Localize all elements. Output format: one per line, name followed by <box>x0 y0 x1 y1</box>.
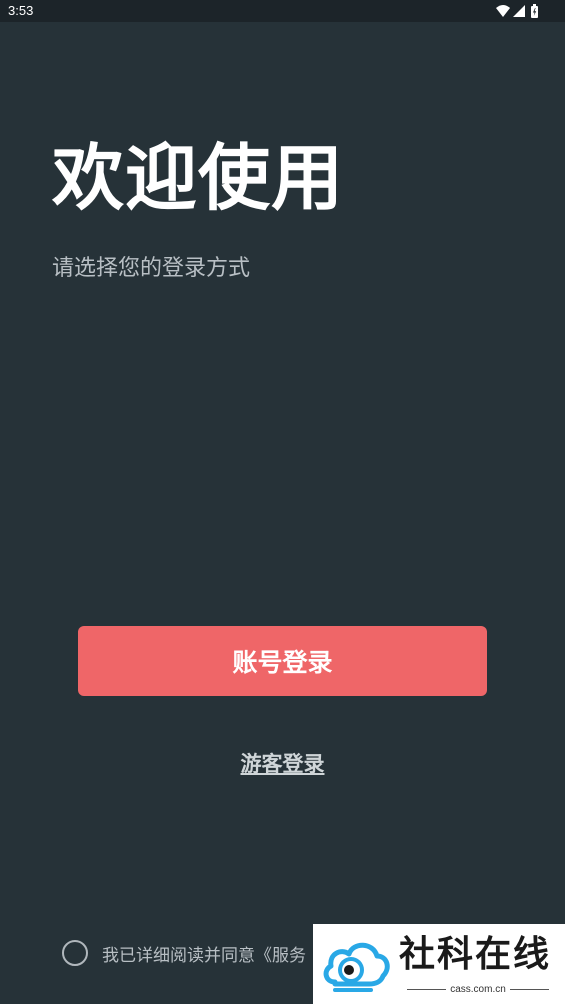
agreement-text[interactable]: 我已详细阅读并同意《服务 <box>102 941 306 966</box>
status-icons <box>496 4 538 18</box>
status-time: 3:53 <box>8 3 34 18</box>
welcome-subtitle: 请选择您的登录方式 <box>52 256 251 281</box>
guest-login-link[interactable]: 游客登录 <box>0 746 565 782</box>
account-login-button[interactable]: 账号登录 <box>78 626 487 696</box>
watermark-domain: cass.com.cn <box>403 982 553 996</box>
watermark-logo-icon <box>323 942 390 992</box>
agreement-row: 我已详细阅读并同意《服务 <box>62 937 306 969</box>
cellular-signal-icon <box>513 5 525 17</box>
status-bar: 3:53 <box>0 0 565 22</box>
agreement-checkbox[interactable] <box>62 940 88 966</box>
watermark-brand: 社科在线 <box>399 934 552 975</box>
battery-charging-icon <box>531 4 538 18</box>
watermark: 社科在线 cass.com.cn <box>313 924 565 1004</box>
welcome-title: 欢迎使用 <box>52 136 345 220</box>
wifi-icon <box>496 5 510 17</box>
watermark-domain-text: cass.com.cn <box>450 983 506 995</box>
